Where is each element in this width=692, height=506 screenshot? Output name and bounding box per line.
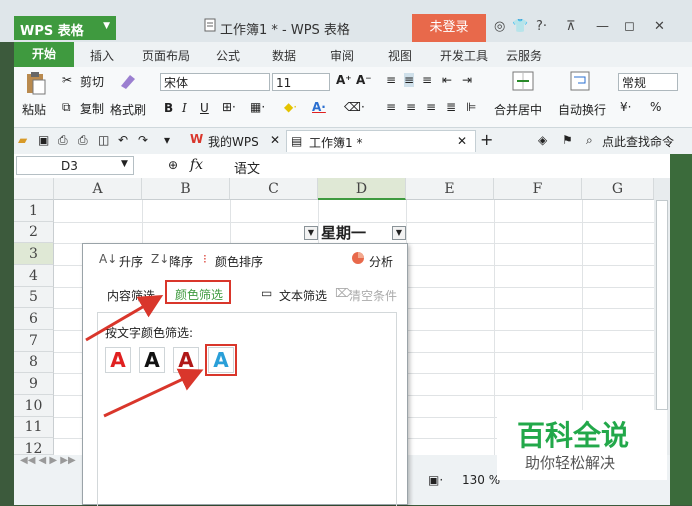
watermark: 百科全说 助你轻松解决 <box>497 410 667 480</box>
watermark-subtitle: 助你轻松解决 <box>525 454 616 472</box>
watermark-title: 百科全说 <box>517 419 630 452</box>
arrow-to-blue-swatch <box>103 368 204 418</box>
arrow-to-color-filter <box>85 294 164 342</box>
